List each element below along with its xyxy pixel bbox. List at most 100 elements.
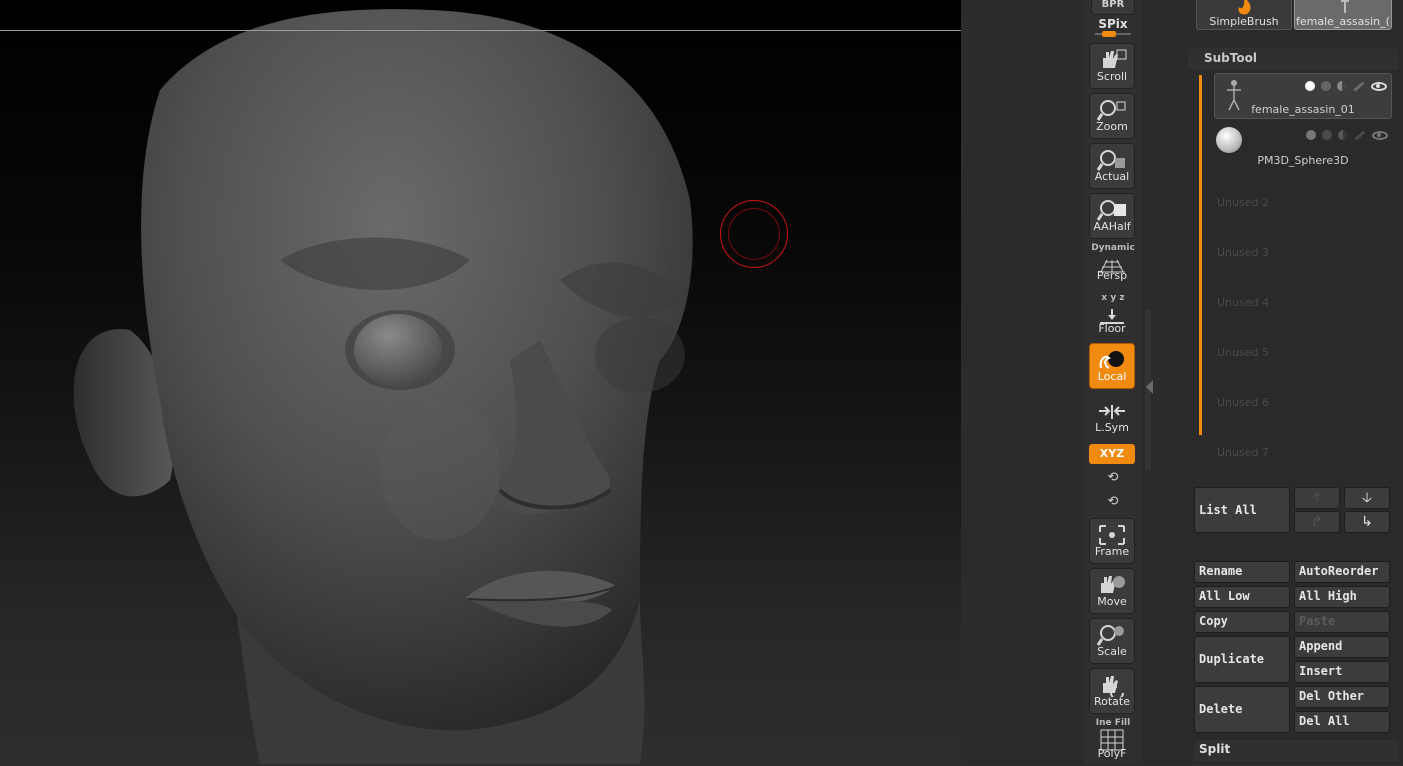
insert-button[interactable]: Insert — [1294, 661, 1390, 683]
zoom-label: Zoom — [1096, 120, 1128, 133]
xyz-toggle[interactable]: XYZ — [1089, 444, 1135, 464]
split-label: Split — [1199, 742, 1231, 756]
panel-scroll-strip[interactable] — [1142, 0, 1186, 764]
append-button[interactable]: Append — [1294, 636, 1390, 658]
persp-label: Persp — [1096, 269, 1128, 282]
rotate-label: Rotate — [1093, 695, 1130, 708]
subtool-scrollbar[interactable] — [1199, 75, 1202, 435]
local-button[interactable]: Local — [1089, 343, 1135, 389]
actual-label: Actual — [1094, 170, 1130, 183]
head-sculpt[interactable] — [0, 0, 961, 764]
del-other-button[interactable]: Del Other — [1294, 686, 1390, 708]
subtool-unused-slot[interactable]: Unused 3 — [1214, 228, 1392, 274]
polyf-label: PolyF — [1097, 747, 1127, 760]
viewport[interactable] — [0, 0, 961, 764]
aahalf-button[interactable]: AAHalf — [1089, 193, 1135, 239]
visibility-dot-icon[interactable] — [1305, 81, 1315, 91]
subtool-unused-slot[interactable]: Unused 6 — [1214, 378, 1392, 424]
del-all-button[interactable]: Del All — [1294, 711, 1390, 733]
solo-dot-icon[interactable] — [1322, 130, 1332, 140]
tool-thumb-label: SimpleBrush — [1209, 15, 1279, 28]
persp-button[interactable]: Persp — [1089, 243, 1135, 289]
unused-label: Unused 3 — [1217, 246, 1269, 259]
scroll-label: Scroll — [1096, 70, 1128, 83]
subtool-header[interactable]: SubTool — [1188, 48, 1398, 70]
unused-label: Unused 5 — [1217, 346, 1269, 359]
scale-label: Scale — [1097, 645, 1127, 658]
brush-cursor-icon — [720, 200, 788, 268]
unused-label: Unused 2 — [1217, 196, 1269, 209]
floor-button[interactable]: Floor — [1089, 295, 1135, 341]
spix-slider-handle[interactable] — [1102, 31, 1116, 37]
rotate-button[interactable]: Rotate — [1089, 668, 1135, 714]
autoreorder-button[interactable]: AutoReorder — [1294, 561, 1390, 583]
aahalf-icon — [1097, 200, 1126, 221]
pen-icon[interactable] — [1354, 129, 1366, 141]
mode-dot-icon[interactable] — [1338, 130, 1348, 140]
mode-dot-icon[interactable] — [1337, 81, 1347, 91]
move-down-arrow-icon[interactable]: 🡣 — [1344, 487, 1390, 509]
sphere-thumbnail-icon — [1216, 127, 1242, 153]
subtool-item-female-assasin[interactable]: female_assasin_01 — [1214, 73, 1392, 119]
local-label: Local — [1097, 370, 1127, 383]
paste-button[interactable]: Paste — [1294, 611, 1390, 633]
all-low-button[interactable]: All Low — [1194, 586, 1290, 608]
rename-button[interactable]: Rename — [1194, 561, 1290, 583]
tool-panel: SimpleBrush female_assasin_( SubTool fem… — [1186, 0, 1403, 764]
subtool-unused-slot[interactable]: Unused 7 — [1214, 428, 1392, 474]
subtool-unused-slot[interactable]: Unused 5 — [1214, 328, 1392, 374]
move-up-arrow-icon[interactable]: 🡡 — [1294, 487, 1340, 509]
scroll-hand-icon — [1103, 49, 1127, 68]
bpr-button[interactable]: BPR — [1091, 0, 1135, 15]
copy-button[interactable]: Copy — [1194, 611, 1290, 633]
figure-thumbnail-icon — [1341, 0, 1349, 13]
subtool-name: PM3D_Sphere3D — [1257, 154, 1349, 167]
frame-label: Frame — [1094, 545, 1130, 558]
rotate-y-icon[interactable]: ⟲ — [1084, 470, 1142, 485]
all-high-button[interactable]: All High — [1294, 586, 1390, 608]
unused-label: Unused 6 — [1217, 396, 1269, 409]
move-label: Move — [1097, 595, 1127, 608]
split-section-header[interactable]: Split — [1194, 740, 1399, 762]
local-symmetry-icon — [1099, 351, 1124, 369]
pen-icon[interactable] — [1353, 80, 1365, 92]
scroll-button[interactable]: Scroll — [1089, 43, 1135, 89]
frame-icon — [1099, 525, 1125, 545]
delete-button[interactable]: Delete — [1194, 686, 1290, 733]
subtool-unused-slot[interactable]: Unused 4 — [1214, 278, 1392, 324]
eye-icon[interactable] — [1371, 81, 1387, 91]
polyf-button[interactable]: PolyF — [1089, 720, 1135, 766]
solo-dot-icon[interactable] — [1321, 81, 1331, 91]
tool-thumb-simplebrush[interactable]: SimpleBrush — [1196, 0, 1292, 30]
viewport-top-line — [0, 30, 961, 31]
spix-slider[interactable] — [1095, 31, 1131, 37]
redirect-down-arrow-icon[interactable]: ↳ — [1344, 511, 1390, 533]
duplicate-button[interactable]: Duplicate — [1194, 636, 1290, 683]
zoom-button[interactable]: Zoom — [1089, 93, 1135, 139]
rotate-icon — [1103, 676, 1124, 697]
tool-thumb-label: female_assasin_( — [1296, 15, 1390, 28]
subtool-title: SubTool — [1204, 51, 1257, 65]
visibility-dot-icon[interactable] — [1306, 130, 1316, 140]
list-all-button[interactable]: List All — [1194, 487, 1290, 533]
frame-button[interactable]: Frame — [1089, 518, 1135, 564]
aahalf-label: AAHalf — [1093, 220, 1131, 233]
subtool-name: female_assasin_01 — [1251, 103, 1355, 116]
redirect-arrow-icon[interactable]: ↱ — [1294, 511, 1340, 533]
tool-thumb-female-assasin[interactable]: female_assasin_( — [1294, 0, 1392, 30]
rotate-z-icon[interactable]: ⟲ — [1084, 494, 1142, 509]
lsym-button[interactable]: L.Sym — [1089, 395, 1135, 441]
subtool-item-pm3d-sphere[interactable]: PM3D_Sphere3D — [1214, 123, 1392, 169]
scale-button[interactable]: Scale — [1089, 618, 1135, 664]
unused-label: Unused 4 — [1217, 296, 1269, 309]
subtool-list: female_assasin_01 PM3D_Sphere3D Unused 2… — [1194, 70, 1394, 480]
eye-icon[interactable] — [1372, 130, 1388, 140]
lsym-icon — [1099, 405, 1125, 419]
move-button[interactable]: Move — [1089, 568, 1135, 614]
actual-size-icon — [1097, 150, 1125, 171]
xyz-label: XYZ — [1099, 447, 1125, 460]
actual-button[interactable]: Actual — [1089, 143, 1135, 189]
right-shelf: BPR SPix Scroll Zoom Actual AAHalf Dynam… — [1084, 0, 1142, 764]
subtool-unused-slot[interactable]: Unused 2 — [1214, 178, 1392, 224]
collapse-arrow-icon[interactable] — [1146, 380, 1153, 394]
